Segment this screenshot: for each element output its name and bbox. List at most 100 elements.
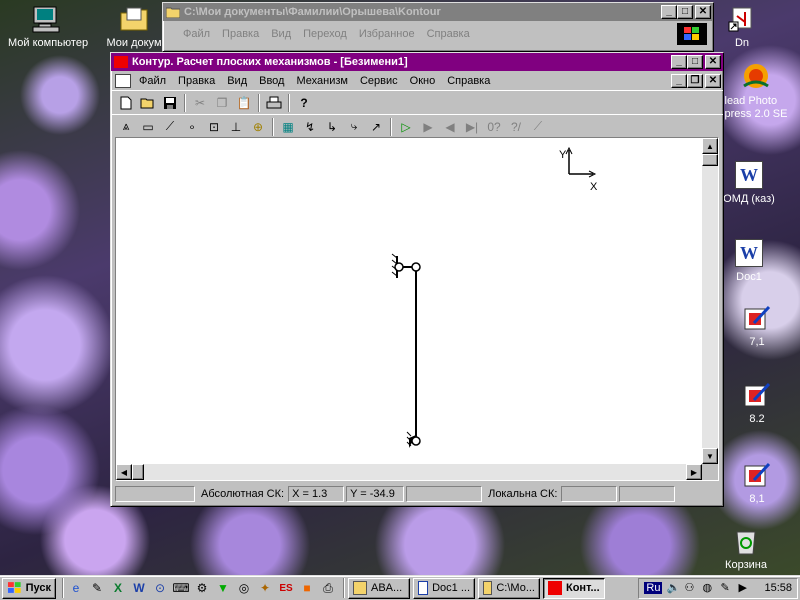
new-file-icon[interactable] [115, 93, 137, 113]
start-button[interactable]: Пуск [2, 577, 56, 599]
task-kontour[interactable]: Конт... [543, 577, 605, 599]
network-icon[interactable]: ⚇ [684, 581, 698, 595]
language-indicator[interactable]: Ru [644, 582, 663, 594]
copy-icon[interactable]: ❐ [211, 93, 233, 113]
vertical-scrollbar[interactable]: ▲ ▼ [702, 138, 718, 464]
play-icon[interactable]: ▷ [395, 117, 417, 137]
save-icon[interactable] [159, 93, 181, 113]
explorer-menu-view[interactable]: Вид [265, 28, 297, 40]
menu-window[interactable]: Окно [404, 75, 442, 87]
paste-icon[interactable]: 📋 [233, 93, 255, 113]
desktop-icon-dn[interactable]: Dn [702, 4, 782, 49]
close-button[interactable]: ✕ [705, 55, 721, 69]
scroll-right-button[interactable]: ▶ [686, 464, 702, 480]
menu-service[interactable]: Сервис [354, 75, 404, 87]
desktop-icon-recycle-bin[interactable]: Корзина [706, 526, 786, 571]
doc-window-icon[interactable] [115, 73, 131, 88]
explorer-menu-favorites[interactable]: Избранное [353, 28, 421, 40]
scroll-corner [702, 464, 718, 480]
target-icon[interactable]: ⊕ [247, 117, 269, 137]
grid-icon[interactable]: ▦ [277, 117, 299, 137]
slider-icon[interactable]: ▭ [137, 117, 159, 137]
cd-icon[interactable]: ◎ [235, 579, 253, 597]
explorer-close-button[interactable]: ✕ [695, 5, 711, 19]
explorer-menu-edit[interactable]: Правка [216, 28, 265, 40]
app-orange-icon[interactable]: ■ [298, 579, 316, 597]
app-icon [114, 56, 128, 68]
settings-icon[interactable]: ⚙ [193, 579, 211, 597]
desktop-icon-7-1[interactable]: 7,1 [717, 303, 797, 348]
task-doc1[interactable]: Doc1 ... [413, 577, 475, 599]
perpendicular-icon[interactable]: ⊥ [225, 117, 247, 137]
task-aba[interactable]: ABA... [348, 577, 410, 599]
link-icon[interactable]: ⩓ [115, 117, 137, 137]
word-icon[interactable]: W [130, 579, 148, 597]
cut-icon[interactable]: ✂ [189, 93, 211, 113]
menu-help[interactable]: Справка [441, 75, 496, 87]
step-end-icon[interactable]: ▶| [461, 117, 483, 137]
explorer-window: C:\Мои документы\Фамилии\Орышева\Kontour… [162, 2, 714, 52]
paint-icon[interactable]: ▼ [214, 579, 232, 597]
bottom-support [406, 431, 421, 448]
volume-icon[interactable]: 🔈 [666, 581, 680, 595]
scroll-down-button[interactable]: ▼ [702, 448, 718, 464]
desktop-icon-8-1[interactable]: 8,1 [717, 460, 797, 505]
explorer-menu-help[interactable]: Справка [421, 28, 476, 40]
folder-icon [483, 581, 493, 595]
explorer-titlebar[interactable]: C:\Мои документы\Фамилии\Орышева\Kontour… [163, 3, 713, 21]
desktop-icon-my-computer[interactable]: Мой компьютер [6, 4, 88, 49]
menu-file[interactable]: Файл [133, 75, 172, 87]
line-icon[interactable]: ⟋ [159, 117, 181, 137]
scroll-left-button[interactable]: ◀ [116, 464, 132, 480]
notepad-icon[interactable]: ✎ [88, 579, 106, 597]
step-back-icon[interactable]: ◀ [439, 117, 461, 137]
axes-icon[interactable]: ↳ [321, 117, 343, 137]
help-icon[interactable]: ? [293, 93, 315, 113]
outlook-icon[interactable]: ⊙ [151, 579, 169, 597]
explorer-menu-file[interactable]: Файл [177, 28, 216, 40]
recycle-bin-icon [730, 526, 762, 556]
menu-edit[interactable]: Правка [172, 75, 221, 87]
tool-icon[interactable]: ✦ [256, 579, 274, 597]
menu-mechanism[interactable]: Механизм [290, 75, 353, 87]
task-explorer[interactable]: C:\Мо... [478, 577, 540, 599]
axes-shift-icon[interactable]: ⤷ [343, 117, 365, 137]
query-icon[interactable]: ?/ [505, 117, 527, 137]
keyboard-icon[interactable]: ⌨ [172, 579, 190, 597]
tray-app-icon[interactable]: ◍ [702, 581, 716, 595]
print-icon[interactable] [263, 93, 285, 113]
open-folder-icon[interactable] [137, 93, 159, 113]
axis-icon[interactable]: ↯ [299, 117, 321, 137]
ie-icon[interactable]: e [67, 579, 85, 597]
block-icon[interactable]: ⊡ [203, 117, 225, 137]
menu-view[interactable]: Вид [221, 75, 253, 87]
maximize-button[interactable]: □ [687, 55, 703, 69]
doc-close-button[interactable]: ✕ [705, 73, 721, 88]
chain-icon[interactable]: ∘ [181, 117, 203, 137]
app-es-icon[interactable]: ES [277, 579, 295, 597]
kontour-titlebar[interactable]: Контур. Расчет плоских механизмов - [Без… [111, 53, 723, 71]
disabled-tool-icon[interactable]: ⟋ [527, 117, 549, 137]
menu-input[interactable]: Ввод [253, 75, 290, 87]
tray-play-icon[interactable]: ▶ [738, 581, 752, 595]
taskbar: Пуск e ✎ X W ⊙ ⌨ ⚙ ▼ ◎ ✦ ES ■ ⎙ ABA... D… [0, 575, 800, 600]
vertical-scroll-thumb[interactable] [702, 154, 718, 166]
measure-icon[interactable]: ↗ [365, 117, 387, 137]
minimize-button[interactable]: _ [671, 55, 687, 69]
printer-icon[interactable]: ⎙ [319, 579, 337, 597]
horizontal-scrollbar[interactable]: ◀ ▶ [116, 464, 702, 480]
explorer-maximize-button[interactable]: □ [677, 5, 693, 19]
drawing-canvas[interactable]: Y X ▲ ▼ ◀ ▶ [115, 137, 719, 481]
step-forward-icon[interactable]: ▶ [417, 117, 439, 137]
scroll-up-button[interactable]: ▲ [702, 138, 718, 154]
explorer-menu-go[interactable]: Переход [297, 28, 353, 40]
horizontal-scroll-thumb[interactable] [132, 464, 144, 480]
desktop-icon-photo-express[interactable]: lead Photo press 2.0 SE [712, 62, 800, 121]
doc-minimize-button[interactable]: _ [671, 73, 687, 88]
tray-tool-icon[interactable]: ✎ [720, 581, 734, 595]
doc-restore-button[interactable]: ❐ [687, 73, 703, 88]
calc-icon[interactable]: 0? [483, 117, 505, 137]
excel-icon[interactable]: X [109, 579, 127, 597]
desktop-icon-8-2[interactable]: 8.2 [717, 380, 797, 425]
explorer-minimize-button[interactable]: _ [661, 5, 677, 19]
